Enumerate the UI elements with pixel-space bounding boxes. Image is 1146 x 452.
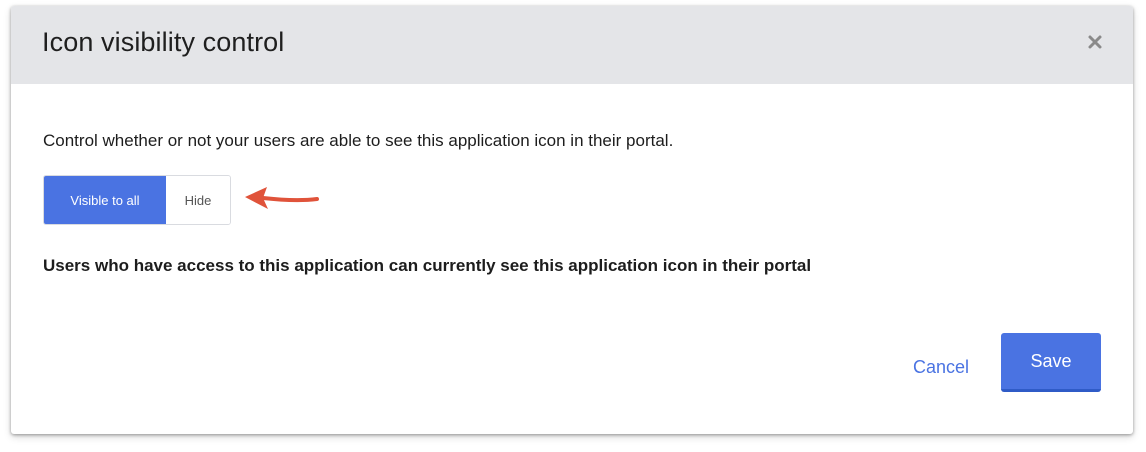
close-button[interactable]: [1083, 30, 1107, 54]
dialog-header: Icon visibility control: [11, 6, 1133, 84]
close-icon: [1083, 30, 1107, 54]
dialog-description: Control whether or not your users are ab…: [43, 131, 674, 150]
visibility-status-text: Users who have access to this applicatio…: [43, 256, 812, 275]
dialog-title: Icon visibility control: [42, 27, 285, 57]
cancel-button[interactable]: Cancel: [896, 349, 986, 385]
annotation-arrow-icon: [241, 181, 321, 222]
hide-button[interactable]: Hide: [166, 176, 230, 224]
save-button[interactable]: Save: [1001, 333, 1101, 392]
visible-to-all-button[interactable]: Visible to all: [44, 176, 166, 224]
icon-visibility-dialog: Icon visibility control Control whether …: [11, 6, 1133, 434]
visibility-toggle: Visible to all Hide: [43, 175, 231, 225]
